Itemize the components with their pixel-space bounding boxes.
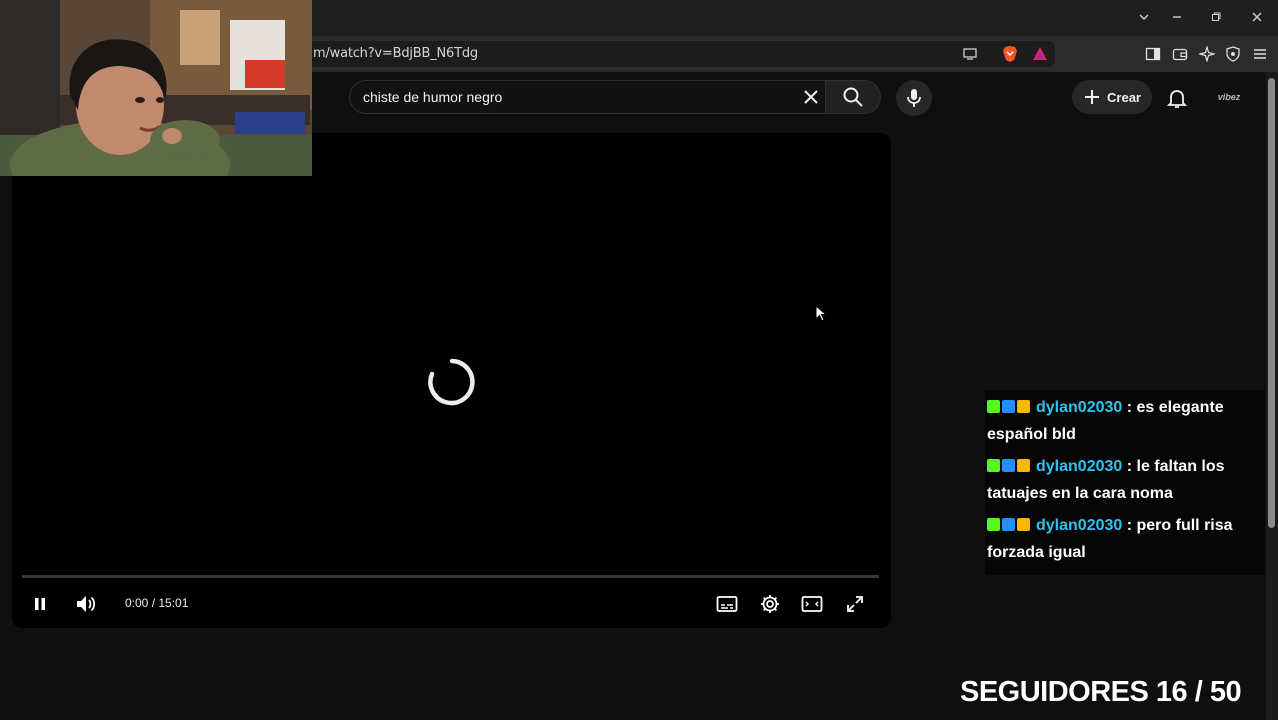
create-label: Crear <box>1107 89 1141 105</box>
url-text[interactable]: m/watch?v=BdjBB_N6Tdg <box>313 46 478 61</box>
tab-search-icon[interactable] <box>1133 8 1155 28</box>
brave-rewards-icon[interactable] <box>1031 45 1049 63</box>
minimize-icon[interactable] <box>1166 8 1188 28</box>
fullscreen-icon <box>847 596 863 612</box>
video-time: 0:00 / 15:01 <box>125 596 189 610</box>
clear-search-icon[interactable] <box>800 86 822 108</box>
webcam-overlay <box>0 0 312 176</box>
microphone-icon <box>907 89 921 107</box>
followers-goal: SEGUIDORES 16 / 50 <box>960 676 1242 708</box>
theater-mode-button[interactable] <box>799 591 825 617</box>
restore-icon[interactable] <box>1205 8 1227 28</box>
crown-badge-icon <box>1017 459 1030 472</box>
menu-icon[interactable] <box>1251 45 1269 63</box>
chat-username: dylan02030 <box>1036 517 1123 534</box>
settings-button[interactable] <box>757 591 783 617</box>
notifications-bell-icon[interactable] <box>1165 86 1189 110</box>
gear-icon <box>761 595 779 613</box>
moderator-badge-icon <box>1002 400 1015 413</box>
volume-button[interactable] <box>73 591 99 617</box>
pause-icon <box>35 598 45 610</box>
cast-icon[interactable] <box>961 45 979 63</box>
pause-button[interactable] <box>27 591 53 617</box>
voice-search-button[interactable] <box>896 80 932 116</box>
chat-message: dylan02030 : es elegante español bld <box>987 394 1265 448</box>
search-query[interactable]: chiste de humor negro <box>363 89 502 105</box>
subtitles-icon <box>716 596 738 612</box>
moderator-badge-icon <box>1002 518 1015 531</box>
avatar-text: vibez <box>1217 92 1241 102</box>
chat-username: dylan02030 <box>1036 399 1123 416</box>
vpn-icon[interactable] <box>1224 45 1242 63</box>
leo-ai-icon[interactable] <box>1198 45 1216 63</box>
search-button[interactable] <box>825 80 881 114</box>
kick-badge-icon <box>987 400 1000 413</box>
loading-spinner-icon <box>428 358 475 406</box>
close-window-icon[interactable] <box>1246 8 1268 28</box>
subtitles-button[interactable] <box>714 591 740 617</box>
chat-message: dylan02030 : pero full risa forzada igua… <box>987 512 1265 566</box>
chat-message: dylan02030 : le faltan los tatuajes en l… <box>987 453 1265 507</box>
chat-overlay: dylan02030 : es elegante español bld dyl… <box>985 390 1265 575</box>
create-button[interactable]: Crear <box>1072 80 1152 114</box>
search-icon <box>843 87 863 107</box>
theater-mode-icon <box>801 596 823 612</box>
video-progress-bar[interactable] <box>22 575 879 578</box>
sidebar-icon[interactable] <box>1144 45 1162 63</box>
moderator-badge-icon <box>1002 459 1015 472</box>
kick-badge-icon <box>987 459 1000 472</box>
fullscreen-button[interactable] <box>842 591 868 617</box>
scrollbar-thumb[interactable] <box>1268 78 1275 528</box>
mouse-cursor-icon <box>815 305 827 322</box>
crown-badge-icon <box>1017 400 1030 413</box>
avatar[interactable]: vibez <box>1214 86 1244 108</box>
volume-icon <box>77 596 96 612</box>
plus-icon <box>1085 90 1100 104</box>
kick-badge-icon <box>987 518 1000 531</box>
brave-shields-icon[interactable] <box>1001 45 1019 63</box>
wallet-icon[interactable] <box>1171 45 1189 63</box>
crown-badge-icon <box>1017 518 1030 531</box>
chat-username: dylan02030 <box>1036 458 1123 475</box>
